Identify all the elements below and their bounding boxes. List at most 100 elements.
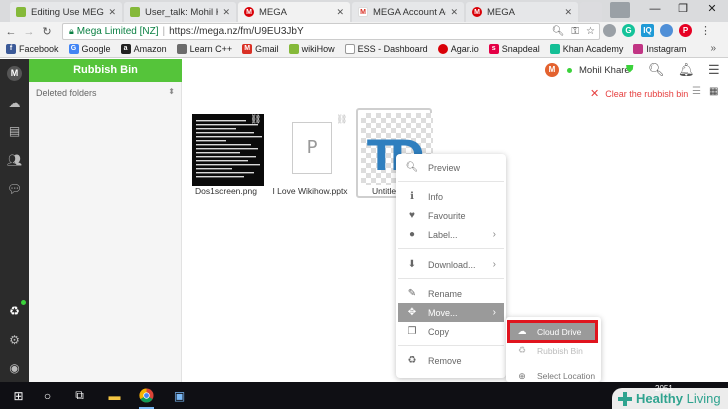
- submenu-item-rubbish-bin[interactable]: ♻ Rubbish Bin: [510, 342, 597, 359]
- gmail-icon: M: [242, 44, 253, 54]
- bookmark-instagram[interactable]: Instagram: [633, 44, 686, 54]
- tab-editing-mega[interactable]: Editing Use MEGA O ✕: [10, 2, 122, 22]
- file-name: I Love Wikihow.pptx: [272, 186, 348, 196]
- watermark-bold: Healthy: [636, 391, 683, 406]
- minimize-icon[interactable]: —: [640, 0, 670, 20]
- grid-view-icon[interactable]: ▦: [709, 86, 718, 97]
- maximize-icon[interactable]: ❐: [668, 0, 698, 20]
- menu-item-label-submenu[interactable]: ● Label... ›: [398, 225, 504, 244]
- menu-item-download[interactable]: ⬇ Download... ›: [398, 255, 504, 274]
- cortana-search-icon[interactable]: ○: [38, 386, 57, 405]
- sort-icon[interactable]: ⬍: [168, 87, 175, 96]
- menu-item-preview[interactable]: 🔍︎ Preview: [398, 158, 504, 177]
- menu-item-info[interactable]: ℹ Info: [398, 187, 504, 206]
- grammarly-icon[interactable]: G: [622, 24, 635, 37]
- menu-item-favourite[interactable]: ♥ Favourite: [398, 206, 504, 225]
- user-name[interactable]: Mohil Khare: [579, 65, 630, 76]
- file-card-dos1screen[interactable]: ⛓ Dos1screen.png: [188, 110, 264, 200]
- more-bookmarks-icon[interactable]: »: [710, 43, 716, 54]
- menu-item-rename[interactable]: ✎ Rename: [398, 284, 504, 303]
- close-tab-icon[interactable]: ✕: [222, 7, 230, 18]
- menu-item-move[interactable]: ✥ Move... ›: [398, 303, 504, 322]
- extension-icon[interactable]: [660, 24, 673, 37]
- copy-icon: ❐: [407, 326, 417, 337]
- info-icon: ℹ: [410, 191, 414, 202]
- file-card-pptx[interactable]: P ⛓ I Love Wikihow.pptx: [272, 110, 348, 200]
- clear-rubbish-bin-button[interactable]: ✕ Clear the rubbish bin: [590, 87, 688, 100]
- bookmark-label: Snapdeal: [501, 44, 540, 54]
- settings-icon[interactable]: ⚙: [6, 331, 23, 348]
- iq-icon[interactable]: IQ: [641, 24, 654, 37]
- tab-mega-active[interactable]: M MEGA ✕: [238, 2, 350, 22]
- menu-item-label: Preview: [428, 162, 461, 173]
- task-view-icon[interactable]: ⧉: [70, 386, 89, 405]
- watermark-light: Living: [686, 391, 721, 406]
- chat-icon[interactable]: 💬︎: [6, 180, 23, 197]
- key-icon[interactable]: ⚿: [571, 24, 579, 39]
- search-icon[interactable]: 🔍︎: [552, 24, 565, 39]
- bookmark-learn-cpp[interactable]: Learn C++: [176, 44, 232, 54]
- menu-item-copy[interactable]: ❐ Copy: [398, 322, 504, 341]
- bookmark-label: Instagram: [646, 44, 687, 54]
- bookmark-wikihow[interactable]: wikiHow: [288, 44, 335, 54]
- bookmark-snapdeal[interactable]: s Snapdeal: [488, 44, 540, 54]
- context-menu: 🔍︎ Preview ℹ Info ♥ Favourite ● Label...…: [396, 154, 506, 378]
- search-icon: 🔍︎: [405, 162, 419, 173]
- sync-icon[interactable]: ◉: [6, 359, 23, 376]
- bookmark-facebook[interactable]: f Facebook: [6, 44, 59, 54]
- inbox-icon[interactable]: ▤: [6, 122, 23, 139]
- star-icon[interactable]: ☆: [586, 24, 595, 39]
- reload-icon[interactable]: ↻: [40, 25, 54, 38]
- close-tab-icon[interactable]: ✕: [564, 7, 572, 18]
- bookmark-google[interactable]: G Google: [68, 44, 111, 54]
- new-tab-button[interactable]: [580, 2, 602, 22]
- omnibox[interactable]: 🔒︎ Mega Limited [NZ] | https://mega.nz/f…: [62, 23, 600, 40]
- file-explorer-icon[interactable]: ▬: [105, 386, 124, 405]
- gmail-favicon-icon: M: [358, 7, 368, 17]
- bookmark-label: wikiHow: [301, 44, 335, 54]
- close-tab-icon[interactable]: ✕: [108, 7, 116, 18]
- label-icon: ●: [408, 229, 416, 240]
- close-window-icon[interactable]: ✕: [697, 0, 727, 20]
- tab-title: Editing Use MEGA O: [31, 6, 104, 18]
- mega-logo-icon[interactable]: M: [6, 65, 23, 82]
- cloud-drive-icon[interactable]: ☁: [6, 94, 23, 111]
- notifications-bell-icon[interactable]: 🔔︎: [678, 62, 695, 78]
- contacts-icon[interactable]: 👥︎: [6, 151, 23, 168]
- menu-item-label: Remove: [428, 355, 462, 366]
- close-tab-icon[interactable]: ✕: [450, 7, 458, 18]
- profile-icon[interactable]: [610, 2, 630, 18]
- chrome-icon[interactable]: [137, 386, 156, 409]
- tab-user-talk[interactable]: User_talk: Mohil Kha ✕: [124, 2, 236, 22]
- extension-icon[interactable]: [603, 24, 616, 37]
- search-icon[interactable]: 🔍︎: [648, 62, 665, 78]
- url-text[interactable]: https://mega.nz/fm/U9EU3JbY: [169, 26, 304, 37]
- link-icon: ⛓: [336, 114, 348, 124]
- submenu-item-select-location[interactable]: ⊕ Select Location: [510, 371, 597, 382]
- pinterest-icon[interactable]: P: [679, 24, 692, 37]
- menu-divider: [398, 181, 504, 182]
- bookmark-khan-academy[interactable]: Khan Academy: [549, 44, 624, 54]
- menu-icon[interactable]: ⋮: [700, 24, 711, 37]
- tab-mega-account-activation[interactable]: M MEGA Account Activ ✕: [352, 2, 464, 22]
- tab-mega-2[interactable]: M MEGA ✕: [466, 2, 578, 22]
- bookmark-gmail[interactable]: M Gmail: [242, 44, 279, 54]
- bookmark-label: Amazon: [133, 44, 167, 54]
- forward-icon[interactable]: →: [22, 26, 36, 38]
- close-tab-icon[interactable]: ✕: [336, 7, 344, 18]
- menu-item-remove[interactable]: ♻ Remove: [398, 351, 504, 370]
- bookmark-agar[interactable]: Agar.io: [437, 44, 479, 54]
- photos-icon[interactable]: ▣: [170, 386, 189, 405]
- bookmark-label: Khan Academy: [562, 44, 624, 54]
- rubbish-bin-icon[interactable]: ♻: [6, 302, 23, 319]
- list-view-icon[interactable]: ☰: [692, 86, 701, 97]
- avatar[interactable]: M: [545, 63, 559, 77]
- windows-start-icon[interactable]: ⊞: [9, 386, 28, 405]
- hamburger-menu-icon[interactable]: ☰: [708, 62, 720, 78]
- wikihow-favicon-icon: [16, 7, 26, 17]
- bookmark-amazon[interactable]: a Amazon: [120, 44, 167, 54]
- secure-indicator[interactable]: 🔒︎ Mega Limited [NZ]: [69, 26, 159, 37]
- bookmark-ess-dashboard[interactable]: ESS - Dashboard: [344, 44, 428, 54]
- back-icon[interactable]: ←: [4, 26, 18, 38]
- plus-logo-icon: [618, 391, 632, 406]
